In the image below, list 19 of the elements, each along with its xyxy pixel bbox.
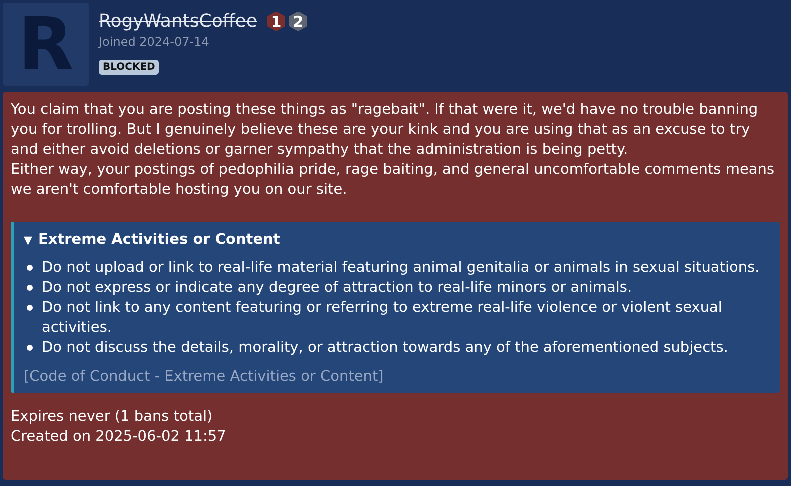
- username-link[interactable]: RogyWantsCoffee: [99, 11, 258, 32]
- ban-message: You claim that you are posting these things as "ragebait". If that were it, we'd have no trouble banning you for trolling. But I genuinely believe these are your kink and you are using that as an excuse to try and either avoid deletions or garner sympathy that the administration is being petty.: [11, 101, 760, 160]
- rule-link[interactable]: [Code of Conduct - Extreme Activities or Content]: [24, 369, 384, 385]
- bullet-icon: [27, 345, 33, 351]
- rule-item: Do not link to any content featuring or referring to extreme real-life violence or violent sexual activities.: [42, 299, 724, 338]
- count-badge: 2: [289, 12, 308, 32]
- status-tag: BLOCKED: [99, 60, 160, 75]
- rule-item: Do not upload or link to real-life material featuring animal genitalia or animals in sexual situations.: [42, 259, 760, 278]
- bullet-icon: [27, 265, 33, 271]
- rule-toggle[interactable]: ▼ Extreme Activities or Content: [24, 232, 280, 248]
- rule-item: Do not discuss the details, morality, or attraction towards any of the aforementioned subjects.: [42, 339, 728, 358]
- ban-message: Either way, your postings of pedophilia pride, rage baiting, and general uncomfortable comments means we aren't comfortable hosting you on our site.: [11, 161, 776, 200]
- joined-date: Joined 2024-07-14: [99, 35, 210, 49]
- bullet-icon: [27, 305, 33, 311]
- count-badge: 1: [267, 12, 286, 32]
- rule-item: Do not express or indicate any degree of attraction to real-life minors or animals.: [42, 279, 632, 298]
- bullet-icon: [27, 285, 33, 291]
- created-text: Created on 2025-06-02 11:57: [11, 428, 228, 447]
- expiry-text: Expires never (1 bans total): [11, 408, 214, 427]
